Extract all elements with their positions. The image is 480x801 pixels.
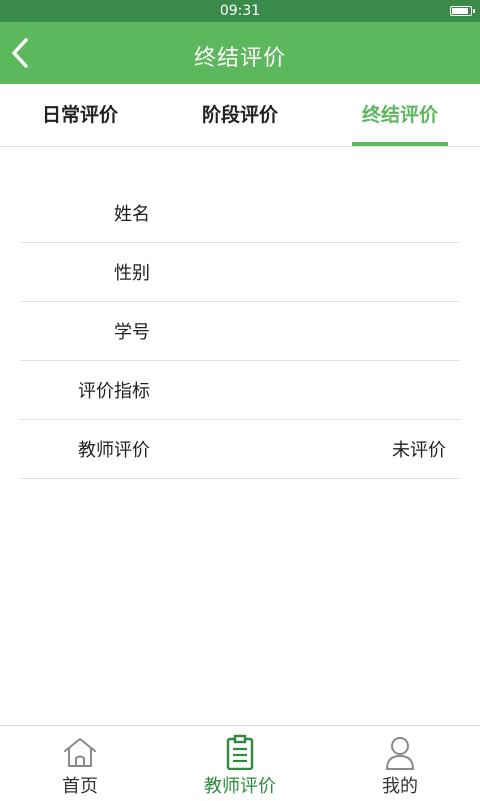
row-label-criteria: 评价指标 [78, 381, 150, 402]
home-icon [64, 738, 96, 767]
form-row-teacher-evaluation[interactable]: 教师评价 未评价 [20, 420, 460, 479]
bottom-nav-home-label: 首页 [62, 776, 98, 797]
bottom-nav-teacher-evaluation[interactable]: 教师评价 [160, 726, 320, 801]
bottom-nav-mine-label: 我的 [382, 776, 418, 797]
clipboard-icon [226, 734, 254, 770]
status-time: 09:31 [219, 3, 261, 19]
user-icon [386, 737, 414, 770]
row-label-gender: 性别 [114, 263, 150, 284]
form-row-gender: 性别 [20, 243, 460, 302]
bottom-nav-mine[interactable]: 我的 [320, 726, 480, 801]
battery-icon [450, 6, 475, 16]
row-label-student-id: 学号 [114, 322, 150, 343]
form-row-student-id: 学号 [20, 302, 460, 361]
active-tab-indicator [352, 142, 448, 146]
status-bar: 09:31 [0, 0, 480, 22]
row-label-teacher-evaluation: 教师评价 [78, 440, 150, 461]
nav-bar: 终结评价 [0, 22, 480, 84]
tab-bar: 日常评价 阶段评价 终结评价 [0, 84, 480, 147]
bottom-nav-teacher-evaluation-label: 教师评价 [204, 776, 276, 797]
page-title: 终结评价 [193, 46, 286, 71]
row-label-name: 姓名 [114, 204, 150, 225]
form-row-criteria: 评价指标 [20, 361, 460, 420]
bottom-nav-home[interactable]: 首页 [0, 726, 160, 801]
form-row-name: 姓名 [20, 184, 460, 243]
tab-stage-evaluation[interactable]: 阶段评价 [180, 84, 300, 146]
evaluation-form: 姓名 性别 学号 评价指标 教师评价 未评价 [20, 184, 460, 479]
tab-final-evaluation[interactable]: 终结评价 [340, 84, 460, 146]
bottom-nav: 首页 教师评价 我的 [0, 725, 480, 801]
row-value-teacher-evaluation: 未评价 [392, 440, 446, 461]
tab-daily-evaluation[interactable]: 日常评价 [20, 84, 140, 146]
